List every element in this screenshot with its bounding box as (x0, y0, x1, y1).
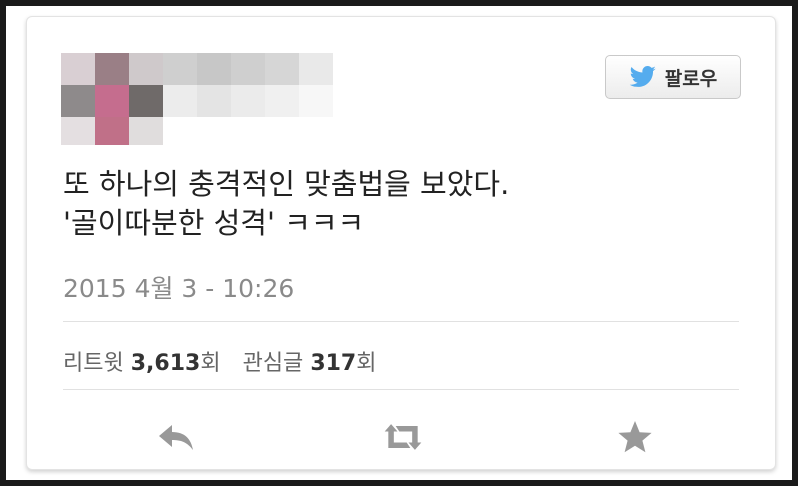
tweet-card: 팔로우 또 하나의 충격적인 맞춤법을 보았다. '골이따분한 성격' ㅋㅋㅋ … (26, 16, 776, 470)
tweet-text: 또 하나의 충격적인 맞춤법을 보았다. '골이따분한 성격' ㅋㅋㅋ (63, 165, 743, 243)
follow-button-label: 팔로우 (664, 67, 718, 90)
censored-profile[interactable] (61, 53, 333, 145)
retweet-icon (384, 424, 422, 450)
favorite-value: 317 (310, 351, 357, 376)
retweet-label: 리트윗 (63, 351, 124, 376)
retweet-unit: 회 (200, 351, 221, 376)
follow-button[interactable]: 팔로우 (605, 55, 741, 99)
favorite-count[interactable]: 관심글 317회 (243, 345, 377, 377)
tweet-timestamp[interactable]: 2015 4월 3 - 10:26 (63, 269, 294, 305)
reply-button[interactable] (155, 417, 199, 457)
favorite-label: 관심글 (242, 351, 304, 376)
favorite-unit: 회 (356, 351, 377, 376)
twitter-bird-icon (629, 66, 656, 87)
tweet-stats: 리트윗 3,613회 관심글 317회 (63, 345, 377, 377)
tweet-line: '골이따분한 성격' ㅋㅋㅋ (63, 206, 365, 240)
star-icon (618, 421, 652, 453)
favorite-button[interactable] (613, 417, 657, 457)
reply-icon (159, 425, 193, 450)
retweet-button[interactable] (381, 417, 425, 457)
divider (63, 389, 739, 390)
tweet-line: 또 하나의 충격적인 맞춤법을 보았다. (63, 167, 510, 201)
retweet-count[interactable]: 리트윗 3,613회 (63, 345, 221, 377)
divider (63, 321, 739, 322)
screenshot-frame: 팔로우 또 하나의 충격적인 맞춤법을 보았다. '골이따분한 성격' ㅋㅋㅋ … (6, 6, 792, 480)
retweet-value: 3,613 (130, 351, 201, 376)
